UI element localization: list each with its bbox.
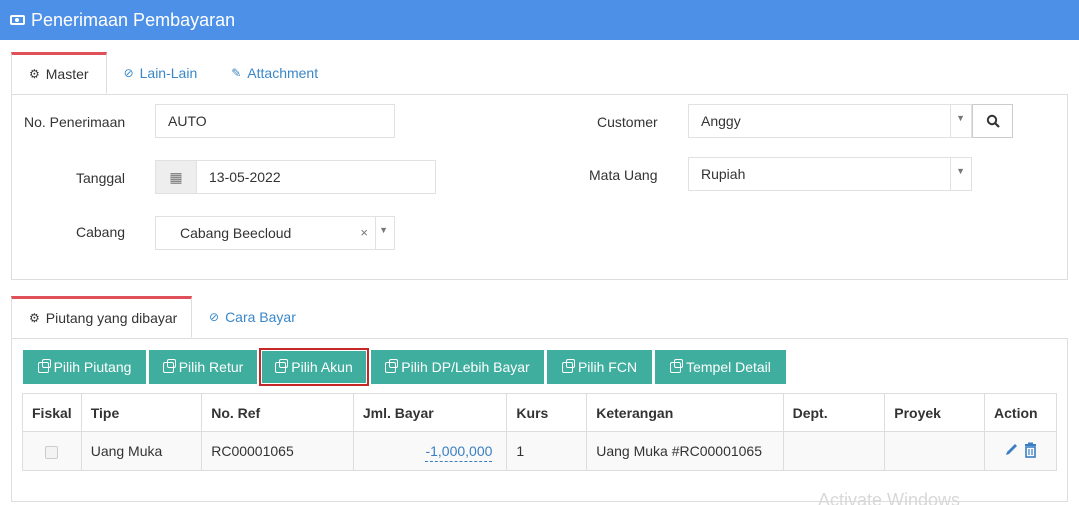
tab-master[interactable]: ⚙ Master [11,52,107,94]
jml-bayar-editable[interactable]: -1,000,000 [425,443,493,462]
detail-tabs: ⚙ Piutang yang dibayar ⊘ Cara Bayar [11,296,313,338]
copy-icon [385,358,399,373]
pilih-fcn-label: Pilih FCN [577,359,638,375]
pilih-fcn-button[interactable]: Pilih FCN [547,350,652,384]
row-actions [1005,442,1036,458]
cogs-icon: ⚙ [29,311,40,325]
table-header-row: Fiskal Tipe No. Ref Jml. Bayar Kurs Kete… [22,393,1057,432]
check-circle-icon: ⊘ [123,66,134,80]
fiskal-cell [22,431,82,471]
paperclip-icon: ✎ [231,66,242,80]
chevron-down-icon[interactable]: ▼ [379,225,388,235]
paste-icon [670,358,684,373]
tab-piutang[interactable]: ⚙ Piutang yang dibayar [11,296,192,338]
column-header[interactable]: Dept. [782,393,886,432]
tab-piutang-label: Piutang yang dibayar [45,310,178,326]
search-icon [986,114,1000,128]
page-header: Penerimaan Pembayaran [0,0,1079,40]
column-header[interactable]: No. Ref [201,393,354,432]
tab-attachment[interactable]: ✎ Attachment [214,52,335,94]
customer-search-button[interactable] [972,104,1013,138]
mata-uang-label: Mata Uang [589,167,658,183]
cabang-value: Cabang Beecloud [180,225,292,241]
column-header[interactable]: Fiskal [22,393,82,432]
chevron-down-icon[interactable]: ▼ [956,166,965,176]
copy-icon [275,358,289,373]
activate-windows-watermark: Activate Windows [818,490,961,505]
check-circle-icon: ⊘ [209,310,220,324]
copy-icon [561,358,575,373]
column-header[interactable]: Action [984,393,1057,432]
jml-bayar-cell: -1,000,000 [352,431,508,471]
money-icon [10,15,25,25]
tanggal-field[interactable]: 13-05-2022 [196,160,436,194]
tanggal-label: Tanggal [76,170,126,186]
chevron-down-icon[interactable]: ▼ [956,113,965,123]
pilih-dp-button[interactable]: Pilih DP/Lebih Bayar [371,350,544,384]
edit-icon[interactable] [1005,443,1017,455]
cogs-icon: ⚙ [29,67,40,81]
tab-lain-lain-label: Lain-Lain [139,65,198,81]
pilih-dp-label: Pilih DP/Lebih Bayar [401,359,530,375]
no-penerimaan-label: No. Penerimaan [24,114,126,130]
pilih-retur-label: Pilih Retur [178,359,244,375]
no-ref-cell: RC00001065 [201,431,354,471]
tempel-detail-label: Tempel Detail [686,359,771,375]
pilih-akun-label: Pilih Akun [291,359,353,375]
pilih-akun-button[interactable]: Pilih Akun [259,348,369,386]
column-header[interactable]: Kurs [506,393,588,432]
table-row: Uang Muka RC00001065 -1,000,000 1 Uang M… [22,431,1057,471]
customer-select[interactable]: Anggy ▼ [688,104,972,138]
clear-icon[interactable]: × [360,225,368,240]
tab-master-label: Master [45,66,89,82]
mata-uang-select[interactable]: Rupiah ▼ [688,157,972,191]
detail-table: Fiskal Tipe No. Ref Jml. Bayar Kurs Kete… [22,393,1057,471]
select-divider [950,158,951,190]
dept-cell [782,431,886,471]
column-header[interactable]: Keterangan [586,393,784,432]
mata-uang-value: Rupiah [701,166,746,182]
column-header[interactable]: Tipe [80,393,203,432]
select-divider [950,105,951,137]
tipe-cell: Uang Muka [80,431,203,471]
delete-icon[interactable] [1024,442,1036,458]
action-cell [984,431,1057,471]
keterangan-cell: Uang Muka #RC00001065 [586,431,784,471]
column-header[interactable]: Jml. Bayar [352,393,508,432]
tab-cara-bayar[interactable]: ⊘ Cara Bayar [192,296,313,338]
tab-attachment-label: Attachment [247,65,319,81]
proyek-cell [884,431,986,471]
tab-cara-bayar-label: Cara Bayar [225,309,296,325]
tab-lain-lain[interactable]: ⊘ Lain-Lain [107,52,215,94]
column-header[interactable]: Proyek [884,393,986,432]
page-title: Penerimaan Pembayaran [31,9,236,30]
cabang-label: Cabang [76,224,126,240]
pilih-piutang-button[interactable]: Pilih Piutang [23,350,146,384]
tempel-detail-button[interactable]: Tempel Detail [655,350,786,384]
no-penerimaan-field[interactable]: AUTO [155,104,395,138]
cabang-select[interactable]: Cabang Beecloud × ▼ [155,216,395,250]
calendar-icon[interactable]: ▦ [155,160,197,194]
copy-icon [37,358,51,373]
customer-label: Customer [597,114,658,130]
master-tabs: ⚙ Master ⊘ Lain-Lain ✎ Attachment [11,52,335,94]
customer-value: Anggy [701,113,741,129]
kurs-cell: 1 [506,431,588,471]
pilih-retur-button[interactable]: Pilih Retur [149,350,257,384]
select-divider [375,217,376,249]
pilih-piutang-label: Pilih Piutang [53,359,132,375]
fiskal-checkbox[interactable] [45,445,59,459]
copy-icon [162,358,176,373]
